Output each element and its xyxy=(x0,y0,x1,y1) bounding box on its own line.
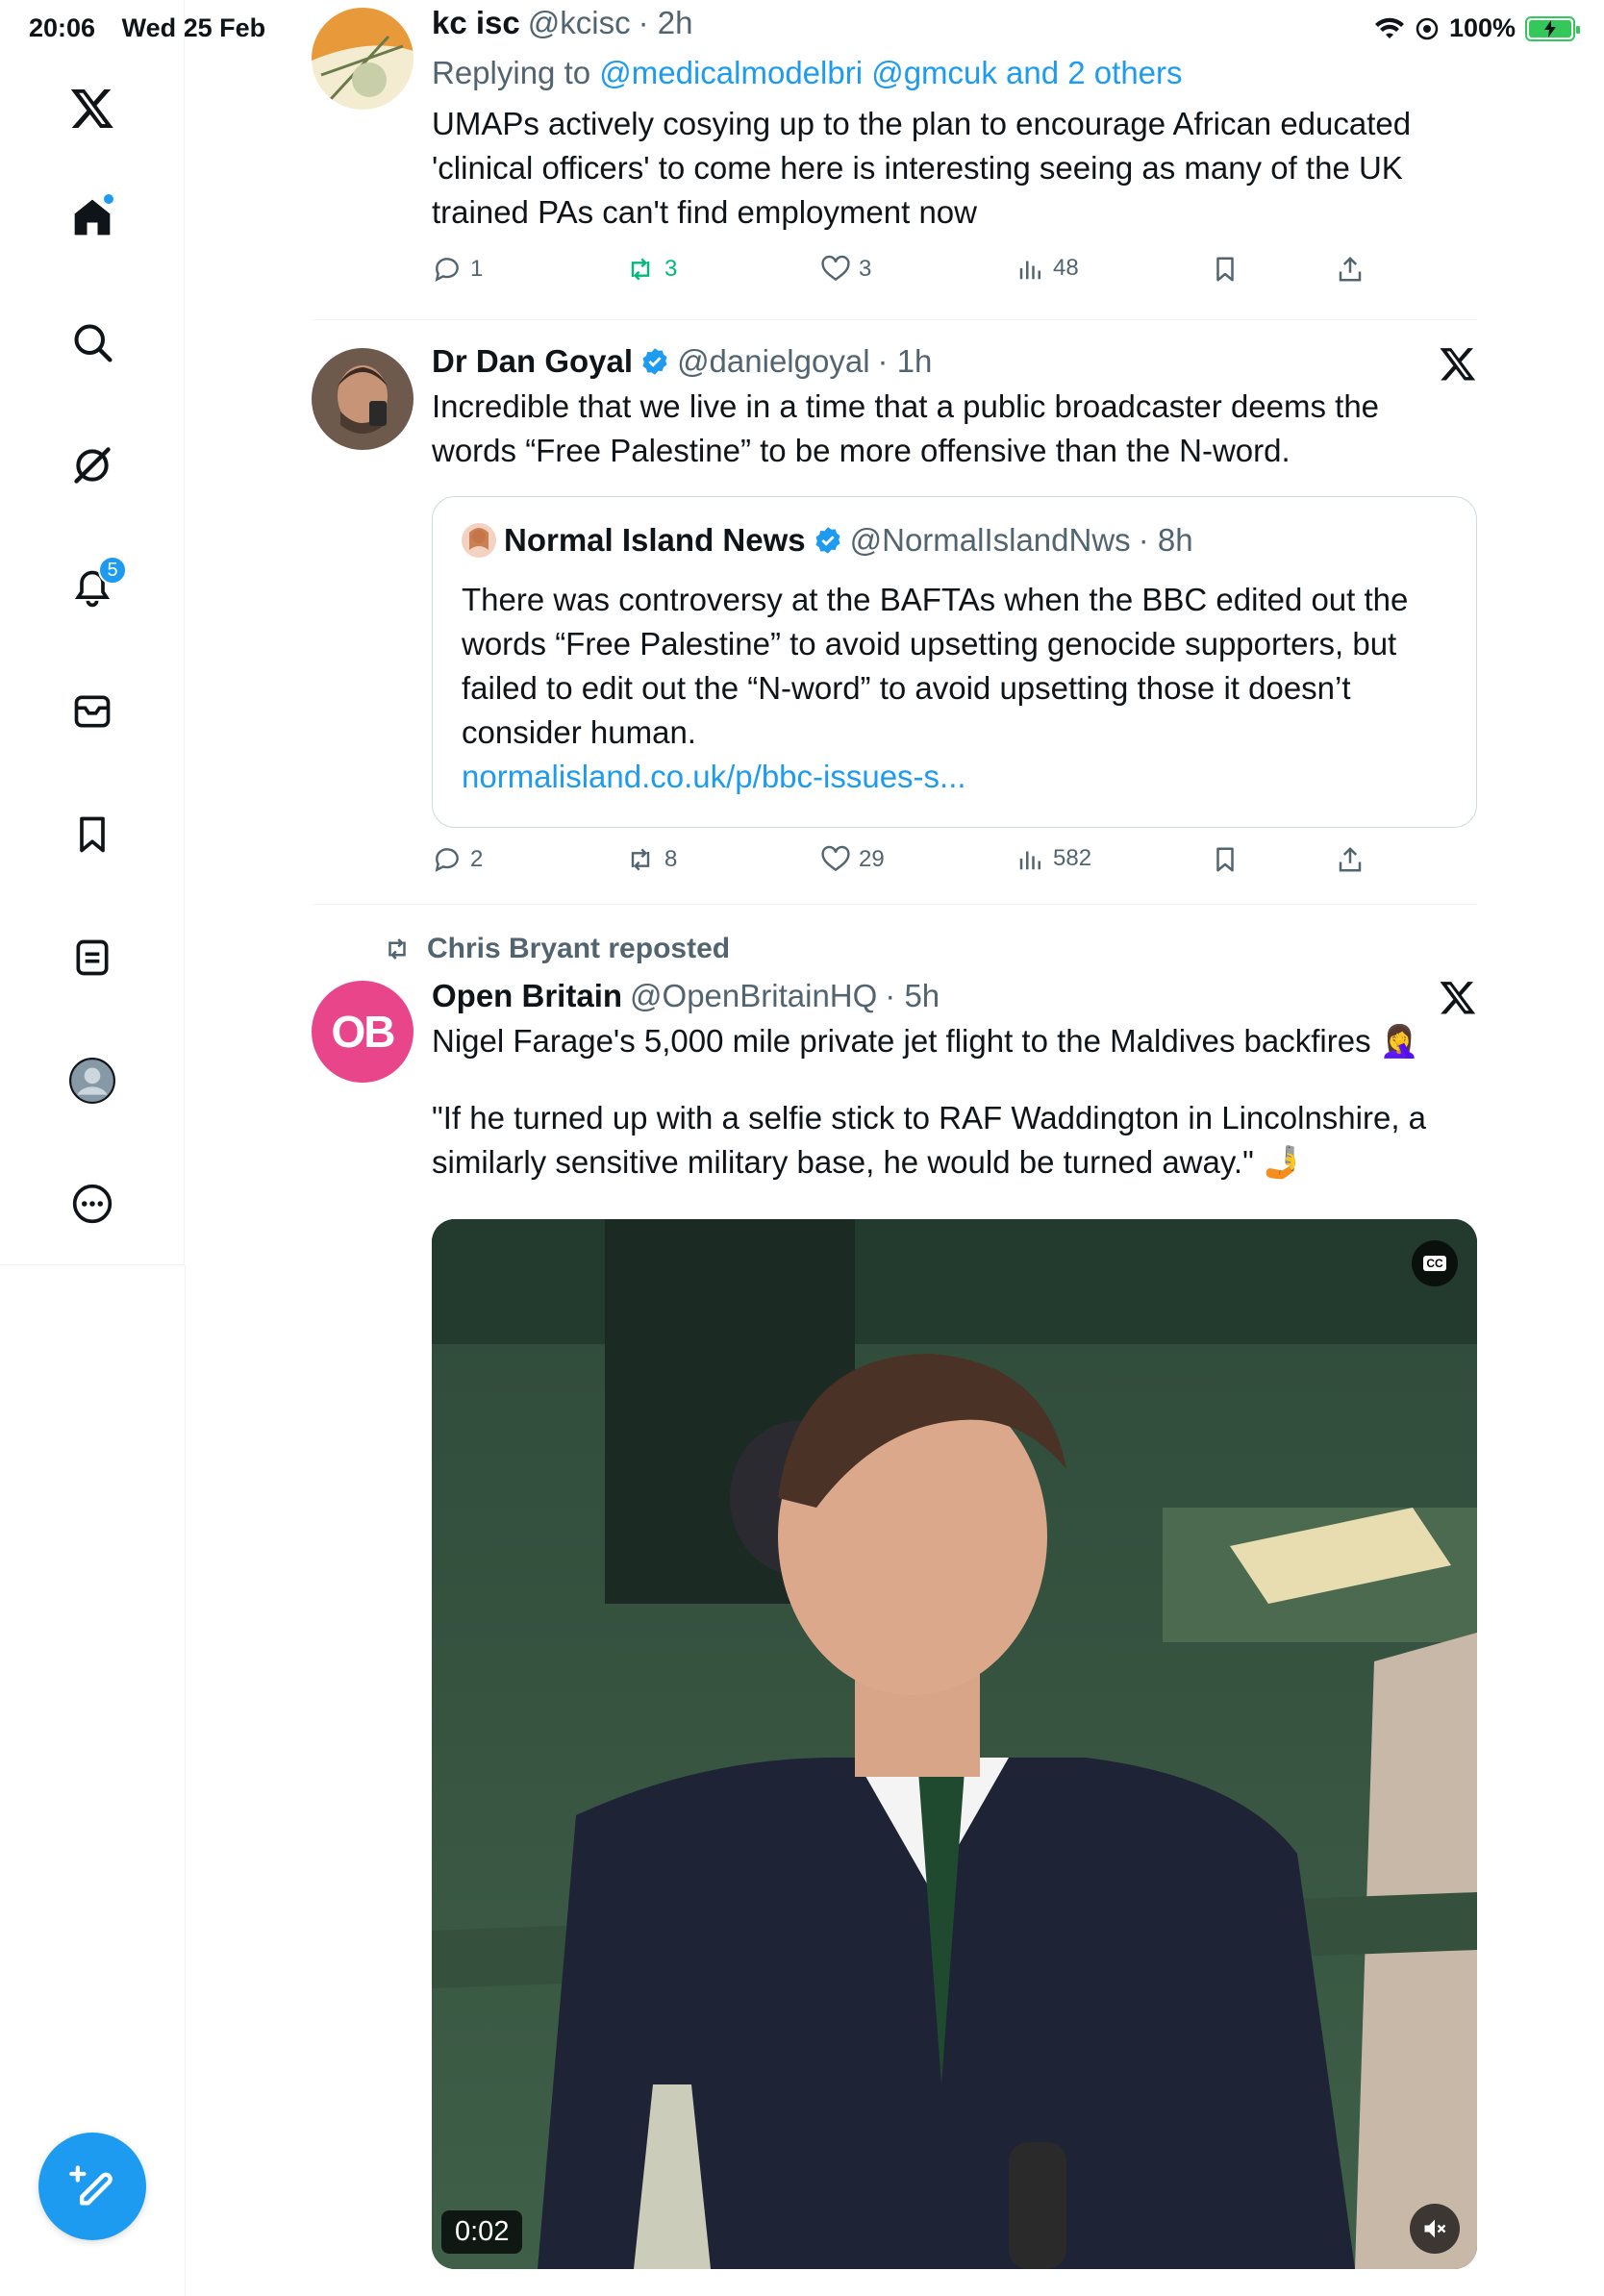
avatar-initials: OB xyxy=(331,1007,396,1057)
tweet-author-name[interactable]: Open Britain xyxy=(432,977,622,1015)
video-player[interactable]: CC 0:02 xyxy=(432,1219,1477,2269)
share-icon xyxy=(1339,846,1362,872)
search-icon[interactable] xyxy=(63,313,121,371)
video-frame xyxy=(432,1219,1477,2269)
tweet-3: Open Britain @OpenBritainHQ · 5h Nigel F… xyxy=(432,977,1477,1185)
repost-context[interactable]: Chris Bryant reposted xyxy=(381,933,730,965)
tweet-text-line-2: "If he turned up with a selfie stick to … xyxy=(432,1100,1427,1180)
share-button[interactable] xyxy=(1336,254,1365,285)
bookmark-button[interactable] xyxy=(1211,254,1240,285)
heart-icon xyxy=(821,255,850,282)
repost-count: 8 xyxy=(664,846,678,872)
reply-context: Replying to @medicalmodelbri @gmcuk and … xyxy=(432,54,1477,92)
x-logo-icon xyxy=(1440,982,1476,1014)
repost-icon xyxy=(631,258,650,281)
tweet-author-name[interactable]: Dr Dan Goyal xyxy=(432,342,633,381)
home-icon[interactable] xyxy=(63,188,121,246)
like-count: 29 xyxy=(859,846,885,872)
tweet-1: kc isc @kcisc · 2h Replying to @medicalm… xyxy=(432,4,1477,235)
x-logo-icon xyxy=(1440,348,1476,381)
like-count: 3 xyxy=(859,256,872,282)
tweet-actions: 1 3 3 48 xyxy=(432,254,1374,292)
views-count: 582 xyxy=(1053,845,1092,871)
reply-prefix: Replying to xyxy=(432,55,600,90)
messages-icon[interactable] xyxy=(63,683,121,740)
tweet-author-name[interactable]: kc isc xyxy=(432,4,520,42)
tweet-header: Open Britain @OpenBritainHQ · 5h xyxy=(432,977,1477,1015)
x-logo-icon[interactable] xyxy=(63,79,121,137)
repost-count: 3 xyxy=(664,256,678,282)
quote-text-block: There was controversy at the BAFTAs when… xyxy=(462,578,1452,799)
captions-button[interactable]: CC xyxy=(1412,1240,1458,1286)
video-timestamp: 0:02 xyxy=(441,2210,523,2254)
share-button[interactable] xyxy=(1336,844,1365,875)
tweet-2: Dr Dan Goyal @danielgoyal · 1h Incredibl… xyxy=(432,342,1477,473)
like-button[interactable]: 29 xyxy=(820,844,885,875)
quote-text: There was controversy at the BAFTAs when… xyxy=(462,582,1409,750)
cc-label: CC xyxy=(1423,1256,1446,1271)
compose-post-button[interactable] xyxy=(38,2133,146,2240)
bookmark-button[interactable] xyxy=(1211,844,1240,875)
tweet-author-handle[interactable]: @danielgoyal xyxy=(677,342,869,381)
tweet-text: UMAPs actively cosying up to the plan to… xyxy=(432,106,1412,230)
reply-icon xyxy=(435,848,459,872)
repost-by-label: Chris Bryant reposted xyxy=(427,933,731,964)
repost-icon xyxy=(388,938,406,960)
tweet-author-handle[interactable]: @OpenBritainHQ xyxy=(630,977,877,1015)
quote-header: Normal Island News @NormalIslandNws · 8h xyxy=(462,522,1193,559)
share-icon xyxy=(1339,256,1362,282)
tweet-time[interactable]: · 5h xyxy=(885,977,940,1015)
reply-button[interactable]: 1 xyxy=(432,254,483,285)
reply-icon xyxy=(435,258,459,282)
tweet-text-line-1: Nigel Farage's 5,000 mile private jet fl… xyxy=(432,1023,1419,1059)
more-icon[interactable] xyxy=(63,1175,121,1233)
battery-icon xyxy=(1525,15,1580,41)
home-unread-dot xyxy=(102,192,115,206)
views-chart-icon xyxy=(1019,851,1040,870)
views-count: 48 xyxy=(1053,255,1079,281)
quote-link[interactable]: normalisland.co.uk/p/bbc-issues-s... xyxy=(462,755,1452,799)
tweet-text: Incredible that we live in a time that a… xyxy=(432,388,1380,468)
tweet-avatar[interactable]: OB xyxy=(312,981,414,1083)
tweet-author-handle[interactable]: @kcisc xyxy=(528,4,631,42)
tweet-avatar[interactable] xyxy=(312,8,414,110)
quote-avatar xyxy=(462,523,496,558)
bookmark-icon xyxy=(1216,257,1234,282)
like-button[interactable]: 3 xyxy=(820,254,871,285)
compose-feather-icon xyxy=(69,2165,113,2206)
tweet-time[interactable]: · 2h xyxy=(639,4,693,42)
tweet-actions: 2 8 29 582 xyxy=(432,844,1374,883)
views-button[interactable]: 582 xyxy=(1016,844,1091,873)
repost-icon xyxy=(631,848,650,871)
reply-count: 1 xyxy=(470,256,484,282)
mute-button[interactable] xyxy=(1410,2204,1460,2254)
bookmark-icon xyxy=(1216,847,1234,872)
tweet-time[interactable]: · 1h xyxy=(878,342,933,381)
views-button[interactable]: 48 xyxy=(1016,254,1079,283)
quoted-tweet-card[interactable]: Normal Island News @NormalIslandNws · 8h… xyxy=(432,496,1477,828)
bookmarks-icon[interactable] xyxy=(63,806,121,863)
notifications-bell-icon[interactable]: 5 xyxy=(63,556,127,617)
repost-button[interactable]: 3 xyxy=(624,254,677,285)
speaker-muted-icon xyxy=(1424,2219,1446,2238)
quote-author-name: Normal Island News xyxy=(504,522,806,558)
lists-icon[interactable] xyxy=(63,929,121,986)
notifications-badge: 5 xyxy=(98,556,127,585)
tweet-header: kc isc @kcisc · 2h xyxy=(432,4,1477,42)
grok-icon[interactable] xyxy=(63,437,121,494)
verified-badge-icon xyxy=(815,527,840,554)
profile-avatar-icon[interactable] xyxy=(63,1052,121,1110)
heart-icon xyxy=(821,845,850,872)
reply-button[interactable]: 2 xyxy=(432,844,483,875)
reply-count: 2 xyxy=(470,846,484,872)
tweet-header: Dr Dan Goyal @danielgoyal · 1h xyxy=(432,342,1477,381)
verified-badge-icon xyxy=(642,348,667,375)
quote-time: · 8h xyxy=(1138,522,1193,558)
quote-author-handle: @NormalIslandNws xyxy=(849,522,1131,558)
views-chart-icon xyxy=(1019,261,1040,280)
tweet-avatar[interactable] xyxy=(312,348,414,450)
reply-targets-link[interactable]: @medicalmodelbri @gmcuk and 2 others xyxy=(599,55,1182,90)
repost-button[interactable]: 8 xyxy=(624,844,677,875)
